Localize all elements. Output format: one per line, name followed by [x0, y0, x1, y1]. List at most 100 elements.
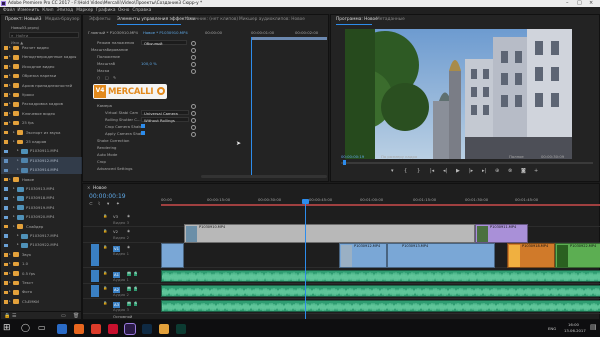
project-item[interactable]: 25 кадров	[26, 140, 46, 144]
label-color-swatch[interactable]	[4, 140, 8, 144]
tab-source[interactable]: Источник: (нет клипов)	[185, 17, 238, 22]
lock-track-icon[interactable]: 🔒	[103, 214, 107, 219]
crop-checkbox[interactable]	[141, 124, 145, 128]
menu-item-2[interactable]: Клип	[42, 8, 53, 13]
search-input[interactable]: Найти	[16, 33, 28, 38]
reset-icon[interactable]	[191, 68, 196, 74]
sequence-clip-label[interactable]: Новое * P1030910.MP4	[143, 31, 188, 35]
clip-v1-p1030922[interactable]: P1030922.MP4	[555, 243, 600, 268]
taskbar-date[interactable]: 13.06.2017	[564, 329, 586, 333]
audio-clip-3[interactable]	[161, 300, 600, 312]
expand-arrow-icon[interactable]: ▸	[9, 299, 11, 304]
expand-arrow-icon[interactable]: ▸	[13, 215, 15, 219]
in-point-icon[interactable]: {	[404, 169, 407, 174]
menu-item-0[interactable]: Файл	[3, 8, 15, 13]
tab-effect-controls[interactable]: Элементы управления эффектами	[117, 17, 196, 22]
project-item[interactable]: Расчет видео	[22, 46, 49, 50]
project-item[interactable]: P1030911.MP4	[30, 149, 58, 153]
expand-arrow-icon[interactable]: ▸	[13, 224, 15, 229]
firefox-icon[interactable]	[74, 323, 84, 334]
label-color-swatch[interactable]	[4, 187, 8, 191]
add-marker-icon[interactable]: ▾	[107, 202, 109, 208]
label-color-swatch[interactable]	[4, 300, 8, 304]
track-label[interactable]: V3	[113, 215, 118, 219]
mute-icon[interactable]: M	[127, 286, 132, 291]
label-color-swatch[interactable]	[4, 112, 8, 116]
photoshop-icon[interactable]	[142, 323, 152, 334]
minimize-icon[interactable]: –	[566, 1, 569, 6]
insert-icon[interactable]: ⊕	[495, 169, 499, 174]
tab-project[interactable]: Проект: Новый3	[5, 17, 41, 22]
expand-arrow-icon[interactable]: ▸	[9, 271, 11, 276]
trash-icon[interactable]: 🗑	[73, 314, 79, 319]
source-patch[interactable]	[91, 244, 99, 266]
menu-item-4[interactable]: Маркер	[76, 8, 93, 13]
reset-icon[interactable]	[191, 47, 196, 53]
label-color-swatch[interactable]	[4, 215, 8, 219]
pen-mask-icon[interactable]: ✎	[113, 76, 116, 80]
program-scrub-bar[interactable]	[341, 162, 593, 164]
quality-dropdown[interactable]: Полное	[509, 155, 524, 159]
expand-arrow-icon[interactable]: ▸	[13, 139, 15, 144]
tab-program[interactable]: Программа: Новое	[336, 17, 378, 22]
reset-icon[interactable]	[191, 103, 196, 109]
label-color-swatch[interactable]	[4, 130, 8, 135]
reset-icon[interactable]	[191, 124, 196, 130]
add-button-icon[interactable]: +	[534, 169, 538, 174]
program-timecode[interactable]: 00:00:00:19	[341, 155, 364, 159]
project-item[interactable]: Исходное видео	[22, 64, 54, 69]
opera-icon[interactable]	[108, 323, 118, 334]
label-color-swatch[interactable]	[4, 121, 8, 125]
explorer-icon[interactable]	[159, 323, 169, 334]
task-view-icon[interactable]: ▭	[38, 324, 46, 332]
project-item[interactable]: P1030917.MP4	[30, 234, 58, 238]
label-color-swatch[interactable]	[4, 243, 8, 248]
tab-effects[interactable]: Эффекты	[89, 17, 110, 22]
camera-dropdown[interactable]: Universal Camera	[141, 110, 189, 115]
expand-arrow-icon[interactable]: ▸	[9, 55, 11, 59]
source-patch[interactable]	[91, 270, 99, 282]
scale-value[interactable]: 100,0 %	[141, 62, 157, 66]
tab-sequence[interactable]: Новое	[93, 186, 107, 191]
label-color-swatch[interactable]	[4, 102, 8, 107]
expand-arrow-icon[interactable]: ▸	[13, 205, 15, 210]
project-item[interactable]: 0.5 fps	[22, 271, 35, 276]
expand-arrow-icon[interactable]: ▸	[17, 243, 19, 247]
menu-item-6[interactable]: Окно	[118, 8, 129, 13]
fit-dropdown[interactable]: По размеру кадра	[381, 155, 417, 159]
label-color-swatch[interactable]	[4, 234, 8, 238]
expand-arrow-icon[interactable]: ▸	[9, 102, 11, 106]
label-color-swatch[interactable]	[4, 177, 8, 182]
menu-item-3[interactable]: Эпизод	[57, 8, 74, 13]
expand-arrow-icon[interactable]: ▸	[13, 186, 15, 191]
marker-icon[interactable]: ▾	[391, 169, 394, 174]
mute-icon[interactable]: M	[127, 271, 132, 276]
program-video-frame[interactable]	[345, 29, 572, 159]
program-playhead[interactable]	[343, 160, 346, 165]
project-item[interactable]: Ключевое видео	[22, 111, 55, 116]
clip-v2-p1030911[interactable]: P1030911.MP4	[475, 224, 528, 243]
reset-icon[interactable]	[191, 117, 196, 123]
reset-icon[interactable]	[191, 61, 196, 67]
lock-track-icon[interactable]: 🔒	[103, 245, 107, 250]
project-item[interactable]: Слайдер	[26, 224, 43, 229]
reset-icon[interactable]	[191, 40, 196, 46]
menu-item-5[interactable]: Графика	[96, 8, 116, 13]
project-item[interactable]: СЪЕМКИ	[22, 299, 39, 304]
expand-arrow-icon[interactable]: ▸	[9, 121, 11, 125]
close-tab-icon[interactable]: ×	[87, 186, 90, 190]
eye-icon[interactable]: ◉	[127, 214, 130, 219]
track-label[interactable]: V2	[113, 230, 118, 234]
project-item[interactable]: Архив принадлежностей	[22, 83, 72, 88]
project-item[interactable]: Раскадровка кадров	[22, 102, 63, 106]
clip-v1-p1030913[interactable]: P1030913.MP4	[387, 243, 495, 268]
label-color-swatch[interactable]	[4, 262, 8, 266]
project-item[interactable]: 25 fps	[22, 121, 34, 125]
reset-icon[interactable]	[191, 54, 196, 60]
eye-icon[interactable]: ◉	[127, 229, 130, 234]
work-area-bar[interactable]	[161, 204, 600, 206]
lock-track-icon[interactable]: 🔒	[103, 229, 107, 234]
label-color-swatch[interactable]	[4, 83, 8, 88]
menu-item-7[interactable]: Справка	[132, 8, 151, 13]
source-clip-label[interactable]: Главный * P1030910.MP4	[88, 31, 138, 35]
